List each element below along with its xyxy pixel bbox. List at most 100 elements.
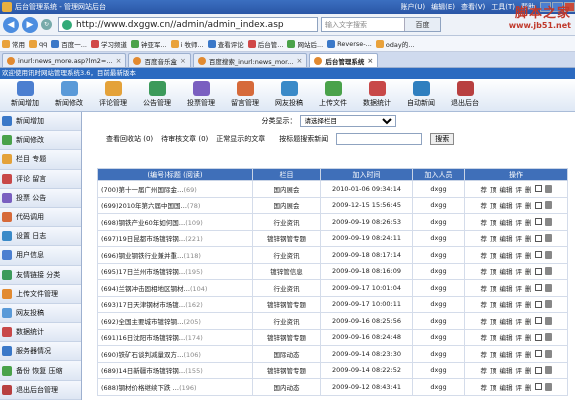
row-checkbox[interactable] <box>534 251 542 259</box>
toolbar-button[interactable]: 自动新闻 <box>402 81 440 111</box>
delete-action[interactable]: 删 <box>525 217 532 227</box>
comment-action[interactable]: 评 <box>516 349 523 359</box>
edit-action[interactable]: 编辑 <box>500 233 513 243</box>
comment-action[interactable]: 评 <box>516 184 523 194</box>
close-tab-icon[interactable]: × <box>180 57 186 65</box>
top-action[interactable]: 顶 <box>490 349 497 359</box>
delete-action[interactable]: 删 <box>525 332 532 342</box>
news-title-link[interactable]: 第十一届广州国际金… <box>118 186 183 194</box>
favorite-item[interactable]: Reverse-... <box>327 39 372 48</box>
favorite-item[interactable]: i 牧师... <box>170 39 204 49</box>
trash-icon[interactable] <box>544 234 552 243</box>
toolbar-button[interactable]: 新闻修改 <box>50 81 88 111</box>
sidebar-item[interactable]: 新闻修改 <box>0 131 81 151</box>
comment-action[interactable]: 评 <box>516 266 523 276</box>
toolbar-button[interactable]: 投票管理 <box>182 81 220 111</box>
row-checkbox[interactable] <box>534 185 542 193</box>
comment-action[interactable]: 评 <box>516 332 523 342</box>
browser-tab-active[interactable]: 后台管理系统 × <box>309 53 379 67</box>
cell-title[interactable]: (690)铁矿石谈判减量双方…(106) <box>97 345 253 363</box>
favorite-item[interactable]: 钟亚军... <box>130 39 167 49</box>
news-search-input[interactable] <box>336 133 423 145</box>
delete-action[interactable]: 删 <box>525 233 532 243</box>
sidebar-item[interactable]: 投票 公告 <box>0 188 81 208</box>
row-checkbox[interactable] <box>534 218 542 226</box>
favorite-item[interactable]: qq <box>29 39 47 48</box>
favorite-item[interactable]: 查看评论 <box>207 39 244 49</box>
delete-action[interactable]: 删 <box>525 250 532 260</box>
cell-title[interactable]: (693)17日天津钢材市场镀…(162) <box>97 295 253 313</box>
delete-action[interactable]: 删 <box>525 299 532 309</box>
sidebar-item[interactable]: 数据统计 <box>0 323 81 343</box>
cell-title[interactable]: (692)全国主要城市镀锌钢…(205) <box>97 312 253 330</box>
comment-action[interactable]: 评 <box>516 250 523 260</box>
cell-title[interactable]: (695)17日兰州市场镀锌钢…(195) <box>97 262 253 280</box>
address-url[interactable]: http://www.dxggw.cn//admin/admin_index.a… <box>76 20 317 30</box>
top-action[interactable]: 顶 <box>490 365 497 375</box>
recommend-action[interactable]: 荐 <box>481 266 488 276</box>
row-checkbox[interactable] <box>534 267 542 275</box>
top-action[interactable]: 顶 <box>490 217 497 227</box>
toolbar-button[interactable]: 评论管理 <box>94 81 132 111</box>
sidebar-item[interactable]: 评论 留言 <box>0 169 81 189</box>
recommend-action[interactable]: 荐 <box>481 349 488 359</box>
browser-tab[interactable]: 百度搜索_inurl:news_mor... × <box>192 53 308 67</box>
browser-search-box[interactable]: 输入文字搜索 百度 <box>321 17 441 32</box>
sidebar-item[interactable]: 用户信息 <box>0 246 81 266</box>
trash-icon[interactable] <box>544 217 552 226</box>
news-title-link[interactable]: 钢铁产业60年如何国… <box>118 219 185 227</box>
comment-action[interactable]: 评 <box>516 316 523 326</box>
delete-action[interactable]: 删 <box>525 283 532 293</box>
trash-icon[interactable] <box>544 184 552 193</box>
search-engine-selector[interactable]: 百度 <box>404 18 440 31</box>
comment-action[interactable]: 评 <box>516 283 523 293</box>
delete-action[interactable]: 删 <box>525 365 532 375</box>
delete-action[interactable]: 删 <box>525 184 532 194</box>
toolbar-button[interactable]: 网友投稿 <box>270 81 308 111</box>
sidebar-item[interactable]: 新闻增加 <box>0 112 81 132</box>
cell-title[interactable]: (698)钢铁产业60年如何国…(109) <box>97 213 253 231</box>
edit-action[interactable]: 编辑 <box>500 217 513 227</box>
news-title-link[interactable]: 全国主要城市镀锌钢… <box>118 318 183 326</box>
sidebar-item[interactable]: 友情链接 分类 <box>0 265 81 285</box>
recommend-action[interactable]: 荐 <box>481 250 488 260</box>
edit-action[interactable]: 编辑 <box>500 250 513 260</box>
edit-action[interactable]: 编辑 <box>500 332 513 342</box>
news-title-link[interactable]: 钢材价格继续下跌 … <box>118 384 179 392</box>
recommend-action[interactable]: 荐 <box>481 200 488 210</box>
news-title-link[interactable]: 17日兰州市场镀锌钢… <box>118 268 185 276</box>
news-title-link[interactable]: 19日昆都市场镀锌钢… <box>118 235 185 243</box>
edit-action[interactable]: 编辑 <box>500 283 513 293</box>
menu-view[interactable]: 查看(V) <box>461 2 485 12</box>
sidebar-item[interactable]: 代码调用 <box>0 207 81 228</box>
recommend-action[interactable]: 荐 <box>481 299 488 309</box>
trash-icon[interactable] <box>544 366 552 375</box>
top-action[interactable]: 顶 <box>490 200 497 210</box>
comment-action[interactable]: 评 <box>516 382 523 392</box>
menu-edit[interactable]: 编辑(E) <box>431 2 455 12</box>
close-tab-icon[interactable]: × <box>296 57 302 65</box>
row-checkbox[interactable] <box>534 284 542 292</box>
news-title-link[interactable]: 14日新疆市场镀锌钢… <box>118 367 185 375</box>
close-tab-icon[interactable]: × <box>116 57 122 65</box>
trash-icon[interactable] <box>544 316 552 325</box>
sidebar-item[interactable]: 退出后台管理 <box>0 380 81 400</box>
trash-icon[interactable] <box>544 349 552 358</box>
trash-icon[interactable] <box>544 267 552 276</box>
news-title-link[interactable]: 2010年第六届中国国… <box>118 202 187 210</box>
close-tab-icon[interactable]: × <box>367 57 373 65</box>
recommend-action[interactable]: 荐 <box>481 365 488 375</box>
cell-title[interactable]: (699)2010年第六届中国国…(78) <box>97 196 253 214</box>
top-action[interactable]: 顶 <box>490 184 497 194</box>
news-title-link[interactable]: 17日天津钢材市场镀… <box>118 301 185 309</box>
edit-action[interactable]: 编辑 <box>500 200 513 210</box>
comment-action[interactable]: 评 <box>516 299 523 309</box>
row-checkbox[interactable] <box>534 234 542 242</box>
favorite-item[interactable]: 后台管... <box>247 39 283 49</box>
comment-action[interactable]: 评 <box>516 200 523 210</box>
trash-icon[interactable] <box>544 300 552 309</box>
refresh-button[interactable]: ↻ <box>41 19 52 30</box>
menu-account[interactable]: 账户(U) <box>401 2 426 12</box>
row-checkbox[interactable] <box>534 350 542 358</box>
sidebar-item[interactable]: 设置 日志 <box>0 227 81 247</box>
